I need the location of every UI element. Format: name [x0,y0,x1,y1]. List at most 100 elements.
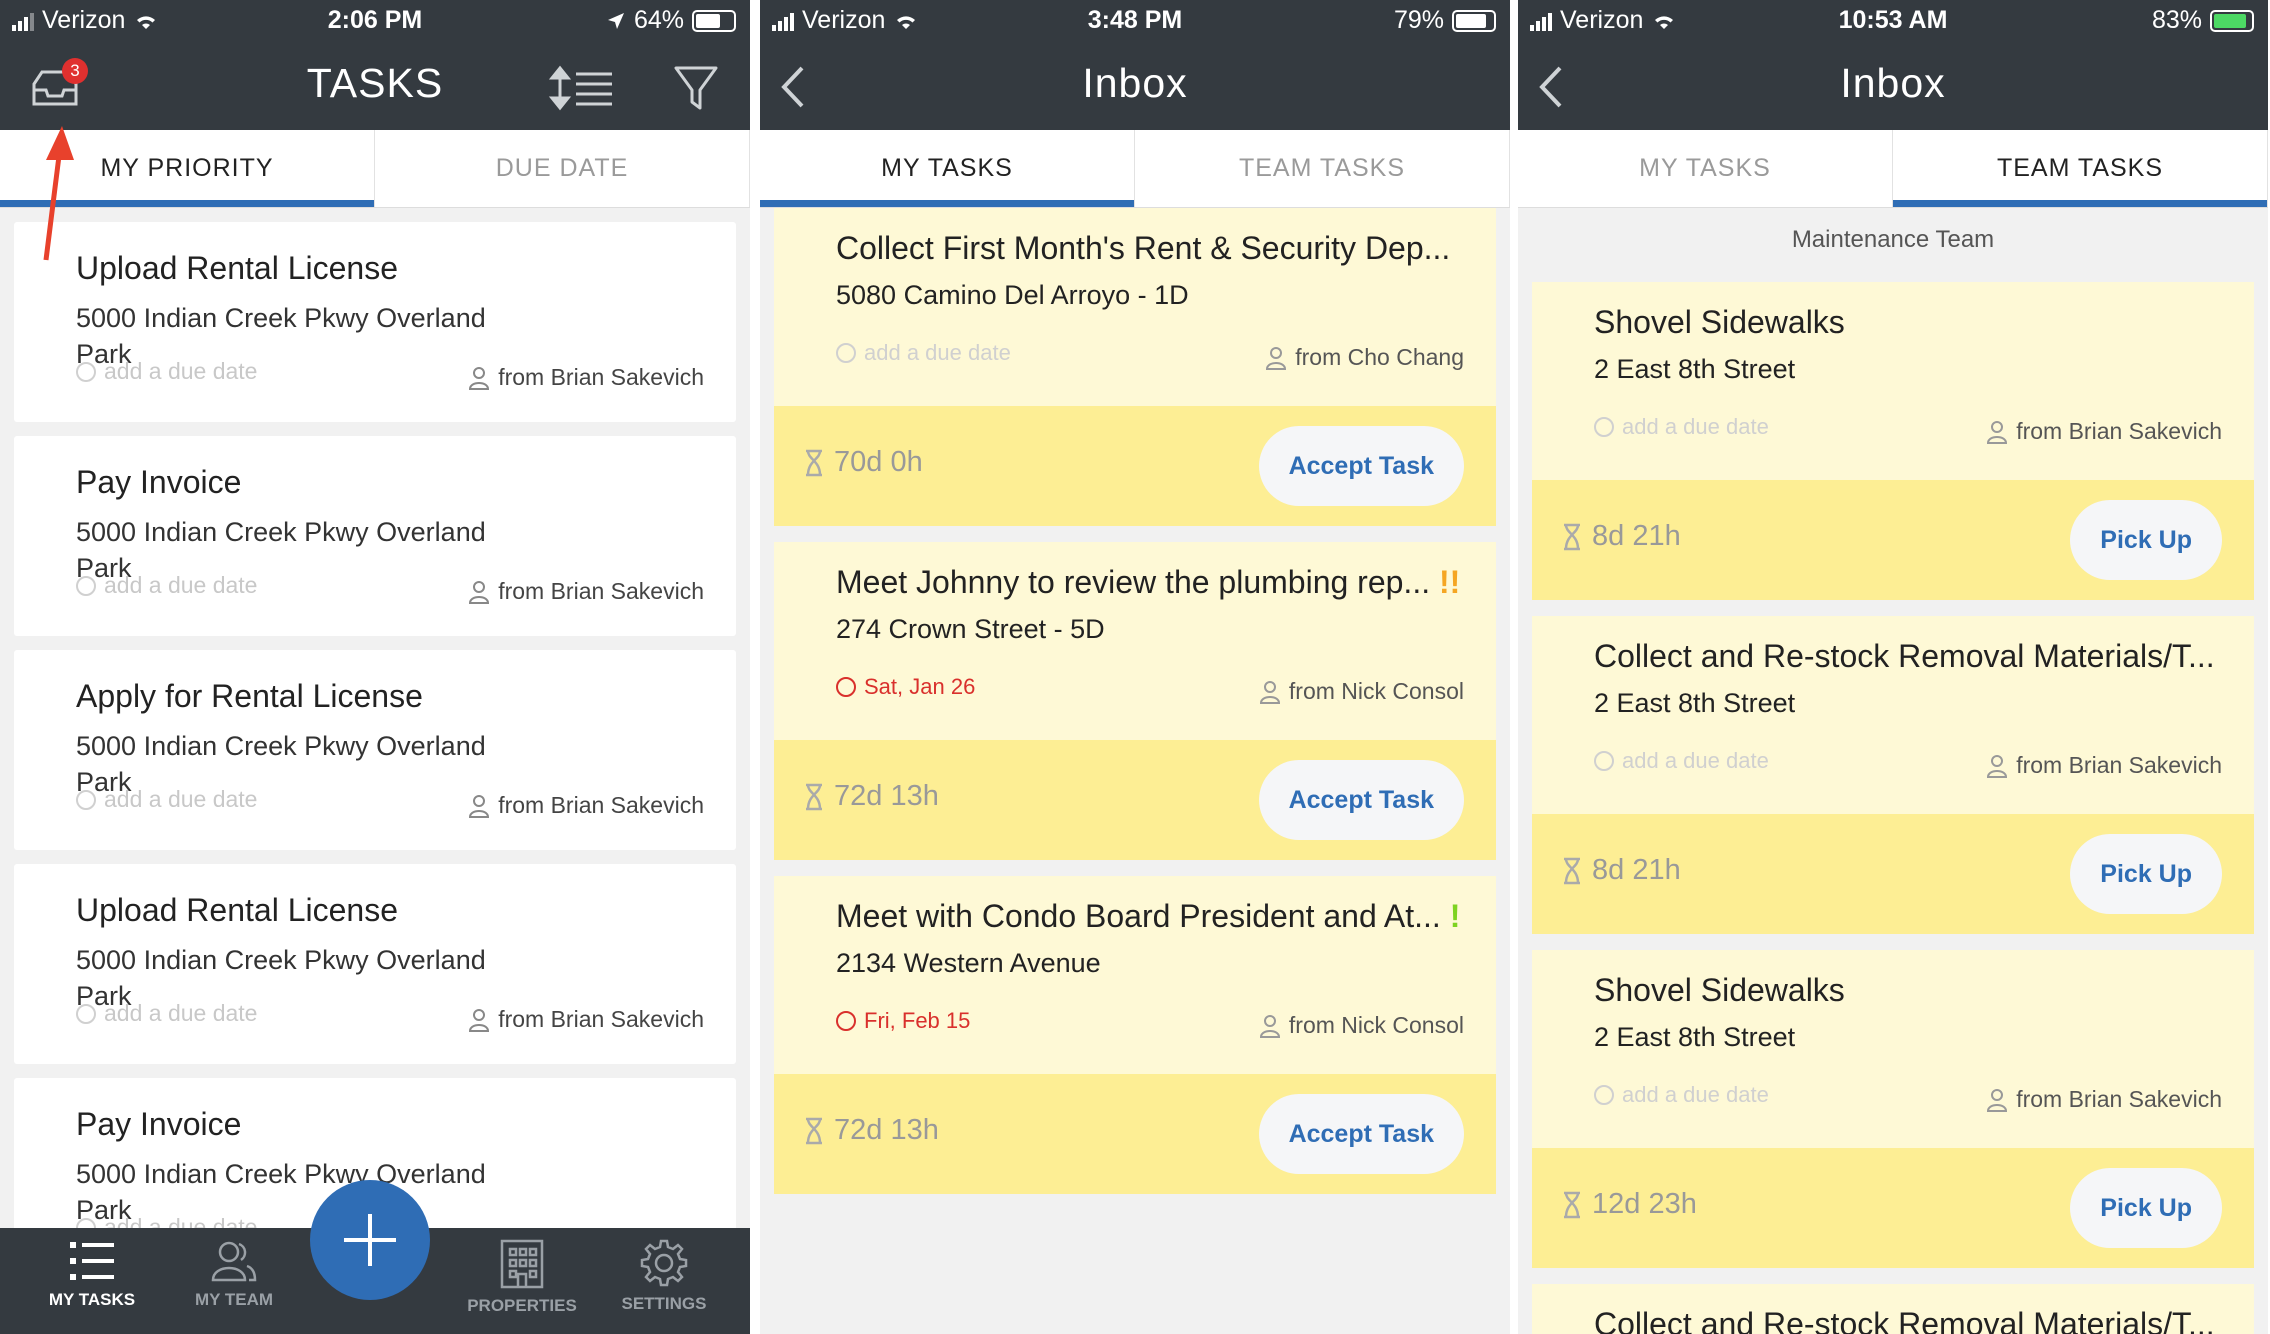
pick-up-button[interactable]: Pick Up [2070,500,2222,580]
due-date-link[interactable]: add a due date [1622,748,1769,774]
team-task-card[interactable]: Collect and Re-stock Removal Materials/T… [1532,616,2254,934]
tab-team-tasks[interactable]: TEAM TASKS [1893,130,2268,207]
location-arrow-icon [607,12,624,29]
task-address: 2134 Western Avenue [836,948,1101,978]
due-date-link[interactable]: add a due date [104,358,257,385]
battery-icon [692,9,736,32]
time-remaining: 72d 13h [834,780,939,812]
task-from: from Brian Sakevich [2016,1086,2222,1112]
time-remaining: 8d 21h [1592,854,1681,886]
tab-bar: MY PRIORITY DUE DATE [0,130,750,208]
nav-bar: Inbox [760,42,1510,130]
time-remaining: 70d 0h [834,446,923,478]
battery-icon [1452,9,1496,32]
person-icon [1987,754,2008,778]
team-task-card[interactable]: Shovel Sidewalks 2 East 8th Street add a… [1532,950,2254,1268]
person-icon [1987,1088,2008,1112]
hourglass-icon [806,1117,822,1144]
clock-icon [836,677,856,697]
tab-my-tasks[interactable]: MY TASKS [760,130,1135,207]
team-task-card[interactable]: Collect and Re-stock Removal Materials/T… [1532,1284,2254,1334]
task-address: 2 East 8th Street [1594,354,1796,384]
status-bar: Verizon 10:53 AM 83% [1518,0,2268,42]
task-from: from Brian Sakevich [498,1006,704,1032]
task-from: from Nick Consol [1288,1012,1464,1038]
tasks-screen: Verizon 2:06 PM 64% 3 TASKS MY PRIORITY … [0,0,750,1334]
battery-percent: 83% [2151,6,2202,34]
due-date-link[interactable]: add a due date [864,340,1011,366]
sort-icon [548,65,612,111]
accept-task-button[interactable]: Accept Task [1258,426,1464,506]
task-title: Collect and Re-stock Removal Materials/T… [1594,638,2215,674]
task-card[interactable]: Apply for Rental License 5000 Indian Cre… [14,650,736,850]
time-remaining: 12d 23h [1592,1188,1697,1220]
task-from: from Cho Chang [1295,344,1464,370]
task-from: from Brian Sakevich [498,578,704,604]
add-task-button[interactable] [310,1180,430,1300]
accept-task-button[interactable]: Accept Task [1258,1094,1464,1174]
person-icon [469,1008,490,1032]
tab-my-tasks[interactable]: MY TASKS [1518,130,1893,207]
accept-task-button[interactable]: Accept Task [1258,760,1464,840]
task-title: Upload Rental License [76,250,398,286]
time-remaining: 8d 21h [1592,520,1681,552]
clock-icon [76,361,96,382]
inbox-team-tasks-screen: Verizon 10:53 AM 83% Inbox MY TASKS TEAM… [1518,0,2268,1334]
status-bar: Verizon 3:48 PM 79% [760,0,1510,42]
task-card[interactable]: Upload Rental License 5000 Indian Creek … [14,864,736,1064]
page-title: TASKS [306,60,444,106]
team-task-card[interactable]: Shovel Sidewalks 2 East 8th Street add a… [1532,282,2254,600]
task-from: from Brian Sakevich [2016,418,2222,444]
nav-properties[interactable]: PROPERTIES [452,1238,592,1316]
tab-team-tasks[interactable]: TEAM TASKS [1135,130,1510,207]
hourglass-icon [806,449,822,476]
pick-up-button[interactable]: Pick Up [2070,1168,2222,1248]
due-date-link[interactable]: add a due date [104,1000,257,1027]
tab-bar: MY TASKS TEAM TASKS [760,130,1510,208]
hourglass-icon [1564,1191,1580,1218]
nav-my-team[interactable]: MY TEAM [164,1238,304,1310]
nav-my-tasks[interactable]: MY TASKS [22,1238,162,1310]
task-card[interactable]: Pay Invoice 5000 Indian Creek Pkwy Overl… [14,436,736,636]
person-icon [469,794,490,818]
filter-button[interactable] [670,60,726,116]
due-date[interactable]: Sat, Jan 26 [864,674,975,700]
inbox-task-card[interactable]: Meet Johnny to review the plumbing rep..… [774,542,1496,860]
sort-button[interactable] [548,60,612,116]
task-title: Upload Rental License [76,892,398,928]
pick-up-button[interactable]: Pick Up [2070,834,2222,914]
due-date-link[interactable]: add a due date [104,572,257,599]
due-date-link[interactable]: add a due date [1622,414,1769,440]
clock-icon [1594,417,1614,437]
nav-settings[interactable]: SETTINGS [594,1238,734,1314]
task-title: Pay Invoice [76,1106,242,1142]
person-icon [1987,420,2008,444]
person-icon [469,580,490,604]
tab-bar: MY TASKS TEAM TASKS [1518,130,2268,208]
inbox-task-card[interactable]: Collect First Month's Rent & Security De… [774,208,1496,526]
clock-icon [76,1003,96,1024]
nav-label: MY TASKS [48,1290,136,1309]
clock-icon [836,1011,856,1031]
task-card[interactable]: Upload Rental License 5000 Indian Creek … [14,222,736,422]
task-from: from Brian Sakevich [2016,752,2222,778]
hourglass-icon [1564,523,1580,550]
task-address: 5080 Camino Del Arroyo - 1D [836,280,1189,310]
due-date[interactable]: Fri, Feb 15 [864,1008,970,1034]
filter-icon [674,66,718,110]
task-title: Meet Johnny to review the plumbing rep..… [836,564,1431,600]
task-from: from Brian Sakevich [498,792,704,818]
battery-charging-icon [2210,9,2254,32]
due-date-link[interactable]: add a due date [1622,1082,1769,1108]
task-from: from Nick Consol [1288,678,1464,704]
inbox-task-card[interactable]: Meet with Condo Board President and At..… [774,876,1496,1194]
inbox-my-tasks-screen: Verizon 3:48 PM 79% Inbox MY TASKS TEAM … [760,0,1510,1334]
tab-due-date[interactable]: DUE DATE [375,130,750,207]
nav-label: MY TEAM [194,1290,274,1309]
clock-icon [1594,751,1614,771]
page-title: Inbox [1082,60,1188,106]
due-date-link[interactable]: add a due date [104,786,257,813]
annotation-arrow [43,126,74,261]
nav-label: PROPERTIES [467,1296,577,1315]
person-icon [469,366,490,390]
